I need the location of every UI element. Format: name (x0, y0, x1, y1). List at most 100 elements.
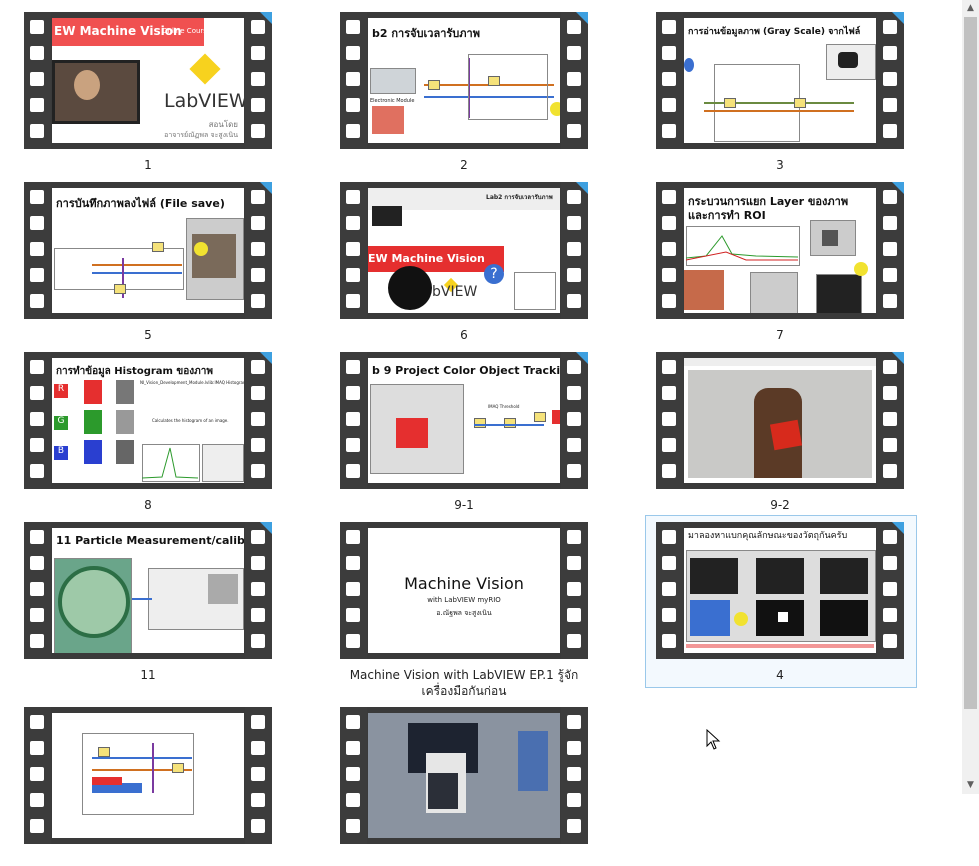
film-strip-right (877, 12, 904, 149)
thumbnail-item[interactable] (340, 707, 588, 866)
frame-title: การทำข้อมูล Histogram ของภาพ (56, 366, 213, 377)
video-thumbnail[interactable]: EW Machine Vision Online Course LabVIEW … (24, 12, 272, 149)
film-strip-right (245, 707, 272, 844)
frame-title: EW Machine Vision (368, 252, 485, 265)
thumbnail-frame (684, 358, 876, 483)
thumbnail-item[interactable]: EW Machine Vision Online Course LabVIEW … (24, 12, 272, 172)
corner-badge-icon (576, 182, 588, 194)
corner-badge-icon (576, 12, 588, 24)
video-thumbnail[interactable]: การบันทึกภาพลงไฟล์ (File save) (24, 182, 272, 319)
arrow-cursor-icon (706, 729, 721, 750)
film-strip-left (340, 182, 367, 319)
film-strip-right (877, 522, 904, 659)
film-strip-left (24, 522, 51, 659)
thumbnail-item[interactable]: Lab2 การจับเวลารับภาพ EW Machine Vision … (340, 182, 588, 342)
thumbnail-caption: 7 (776, 328, 784, 342)
thumbnail-caption: 11 (140, 668, 156, 682)
film-strip-right (561, 707, 588, 844)
frame-label: NI_Vision_Development_Module.lvlib:IMAQ … (140, 380, 244, 385)
film-strip-left (24, 352, 51, 489)
thumbnail-frame: Lab2 การจับเวลารับภาพ EW Machine Vision … (368, 188, 560, 313)
video-thumbnail[interactable] (656, 352, 904, 489)
film-strip-left (656, 352, 683, 489)
frame-desc: Calculates the histogram of an image. (152, 418, 229, 423)
thumbnail-item[interactable]: มาลองหาแบกคุณลักษณะของวัตถุกันครับ 4 (645, 515, 917, 688)
video-thumbnail[interactable]: กระบวนการแยก Layer ของภาพ และการทำ ROI (656, 182, 904, 319)
thumbnail-grid: EW Machine Vision Online Course LabVIEW … (0, 0, 962, 844)
thumbnail-frame: 11 Particle Measurement/calibration (52, 528, 244, 653)
thumbnail-frame: การอ่านข้อมูลภาพ (Gray Scale) จากไฟล์ (684, 18, 876, 143)
thumbnail-caption: 4 (776, 668, 784, 682)
film-strip-right (245, 182, 272, 319)
frame-teacher: อ.ณัฐพล จะสูงเนิน (436, 609, 492, 617)
corner-badge-icon (892, 352, 904, 364)
thumbnail-item[interactable]: การบันทึกภาพลงไฟล์ (File save) 5 (24, 182, 272, 342)
frame-subtitle: Lab2 การจับเวลารับภาพ (486, 194, 553, 201)
frame-subtitle: with LabVIEW myRIO (427, 596, 501, 604)
film-strip-right (561, 352, 588, 489)
thumbnail-item[interactable] (24, 707, 272, 866)
video-thumbnail[interactable]: การอ่านข้อมูลภาพ (Gray Scale) จากไฟล์ (656, 12, 904, 149)
thumbnail-caption: Machine Vision with LabVIEW EP.1 รู้จักเ… (349, 668, 579, 698)
frame-title: การอ่านข้อมูลภาพ (Gray Scale) จากไฟล์ (688, 27, 861, 37)
corner-badge-icon (892, 522, 904, 534)
frame-subtitle: Online Course (162, 27, 212, 35)
video-thumbnail[interactable]: Lab2 การจับเวลารับภาพ EW Machine Vision … (340, 182, 588, 319)
thumbnail-item[interactable]: 9-2 (656, 352, 904, 512)
frame-title: Machine Vision (404, 574, 524, 593)
video-thumbnail[interactable]: Machine Vision with LabVIEW myRIO อ.ณัฐพ… (340, 522, 588, 659)
video-thumbnail[interactable] (24, 707, 272, 844)
chevron-down-icon[interactable]: ▼ (962, 777, 979, 794)
chevron-up-icon[interactable]: ▲ (962, 0, 979, 17)
film-strip-right (561, 522, 588, 659)
thumbnail-item[interactable]: การทำข้อมูล Histogram ของภาพ NI_Vision_D… (24, 352, 272, 512)
video-thumbnail[interactable]: b 9 Project Color Object Tracking IMAQ T… (340, 352, 588, 489)
thumbnail-frame: b 9 Project Color Object Tracking IMAQ T… (368, 358, 560, 483)
film-strip-left (340, 522, 367, 659)
thumbnail-item[interactable]: b 9 Project Color Object Tracking IMAQ T… (340, 352, 588, 512)
frame-title: การบันทึกภาพลงไฟล์ (File save) (56, 197, 225, 210)
frame-title: b2 การจับเวลารับภาพ (372, 27, 480, 40)
vertical-scrollbar[interactable]: ▲ ▼ (962, 0, 979, 794)
video-thumbnail[interactable]: การทำข้อมูล Histogram ของภาพ NI_Vision_D… (24, 352, 272, 489)
video-thumbnail[interactable]: b2 การจับเวลารับภาพ Electronic Module (340, 12, 588, 149)
thumbnail-item[interactable]: กระบวนการแยก Layer ของภาพ และการทำ ROI 7 (656, 182, 904, 342)
frame-title-2: และการทำ ROI (688, 209, 766, 222)
video-thumbnail[interactable] (340, 707, 588, 844)
thumbnail-item[interactable]: 11 Particle Measurement/calibration 11 (24, 522, 272, 682)
thumbnail-caption: 3 (776, 158, 784, 172)
frame-label: Electronic Module (370, 98, 415, 104)
video-thumbnail[interactable]: มาลองหาแบกคุณลักษณะของวัตถุกันครับ (656, 522, 904, 659)
film-strip-right (877, 352, 904, 489)
frame-letter: R (54, 384, 68, 398)
film-strip-right (877, 182, 904, 319)
frame-title: b 9 Project Color Object Tracking (372, 364, 560, 377)
thumbnail-caption: 9-2 (770, 498, 790, 512)
frame-letter: G (54, 416, 68, 430)
frame-title: 11 Particle Measurement/calibration (56, 534, 244, 547)
frame-teacher: อาจารย์ณัฏพล จะสูงเนิน (164, 131, 238, 139)
thumbnail-frame (52, 713, 244, 838)
thumbnail-frame: กระบวนการแยก Layer ของภาพ และการทำ ROI (684, 188, 876, 313)
thumbnail-frame: EW Machine Vision Online Course LabVIEW … (52, 18, 244, 143)
thumbnail-item[interactable]: การอ่านข้อมูลภาพ (Gray Scale) จากไฟล์ 3 (656, 12, 904, 172)
corner-badge-icon (260, 522, 272, 534)
thumbnail-frame: Machine Vision with LabVIEW myRIO อ.ณัฐพ… (368, 528, 560, 653)
scrollbar-thumb[interactable] (964, 17, 977, 709)
film-strip-left (656, 522, 683, 659)
film-strip-right (245, 12, 272, 149)
video-thumbnail[interactable]: 11 Particle Measurement/calibration (24, 522, 272, 659)
corner-badge-icon (892, 12, 904, 24)
film-strip-left (340, 707, 367, 844)
thumbnail-caption: 6 (460, 328, 468, 342)
frame-label: IMAQ Threshold (488, 404, 520, 409)
frame-brand: LabVIEW (164, 90, 244, 112)
thumbnail-frame: การทำข้อมูล Histogram ของภาพ NI_Vision_D… (52, 358, 244, 483)
frame-letter: B (54, 446, 68, 460)
corner-badge-icon (892, 182, 904, 194)
thumbnail-item[interactable]: b2 การจับเวลารับภาพ Electronic Module 2 (340, 12, 588, 172)
thumbnail-caption: 1 (144, 158, 152, 172)
thumbnail-item[interactable]: Machine Vision with LabVIEW myRIO อ.ณัฐพ… (340, 522, 588, 698)
film-strip-right (561, 12, 588, 149)
thumbnail-frame: มาลองหาแบกคุณลักษณะของวัตถุกันครับ (684, 528, 876, 653)
